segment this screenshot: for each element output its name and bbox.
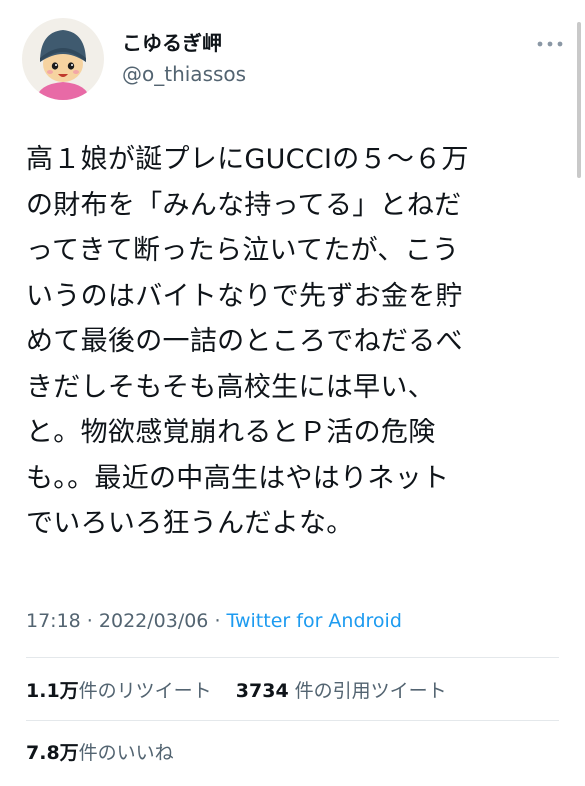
meta-separator: · [80, 610, 99, 632]
quotes-count: 3734 [235, 680, 289, 702]
meta-separator: · [208, 610, 227, 632]
divider [26, 720, 559, 721]
quotes-stat[interactable]: 3734 件の引用ツイート [236, 680, 447, 702]
divider [26, 657, 559, 658]
more-options-button[interactable] [533, 32, 567, 56]
more-horizontal-icon [537, 41, 563, 47]
quotes-label: 件の引用ツイート [294, 680, 447, 702]
tweet-source-app[interactable]: Twitter for Android [227, 610, 402, 632]
likes-stats-row: 7.8万件のいいね [26, 738, 174, 768]
scrollbar[interactable] [577, 22, 581, 178]
likes-stat[interactable]: 7.8万件のいいね [26, 742, 174, 764]
user-handle[interactable]: @o_thiassos [122, 60, 246, 88]
likes-count: 7.8万 [26, 742, 79, 764]
tweet-meta: 17:18 · 2022/03/06 · Twitter for Android [26, 606, 402, 636]
avatar[interactable] [22, 18, 104, 100]
display-name[interactable]: こゆるぎ岬 [122, 30, 246, 56]
tweet-date[interactable]: 2022/03/06 [99, 610, 209, 632]
user-names: こゆるぎ岬 @o_thiassos [122, 30, 246, 88]
retweets-count: 1.1万 [26, 680, 79, 702]
share-stats-row: 1.1万件のリツイート 3734 件の引用ツイート [26, 676, 447, 706]
likes-label: 件のいいね [78, 742, 174, 764]
tweet-time[interactable]: 17:18 [26, 610, 81, 632]
avatar-image [22, 18, 104, 100]
tweet-header: こゆるぎ岬 @o_thiassos [22, 18, 567, 102]
retweets-stat[interactable]: 1.1万件のリツイート [26, 680, 212, 702]
retweets-label: 件のリツイート [78, 680, 212, 702]
tweet-text: 高１娘が誕プレにGUCCIの５〜６万 の財布を「みんな持ってる」とねだ ってきて… [26, 144, 469, 539]
